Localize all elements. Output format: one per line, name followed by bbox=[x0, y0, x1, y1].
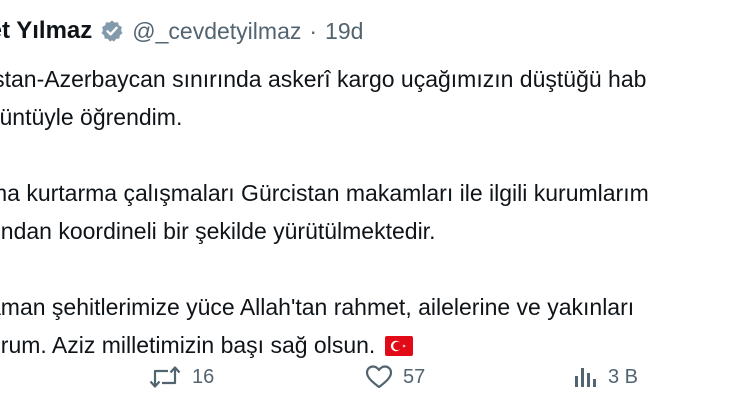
tweet-header: let Yılmaz @_cevdetyilmaz · 19d bbox=[0, 14, 363, 48]
text-line-with-flag: orum. Aziz milletimizin başı sağ olsun. bbox=[0, 326, 740, 364]
paragraph-2: ma kurtarma çalışmaları Gürcistan makaml… bbox=[0, 174, 740, 250]
heart-icon bbox=[365, 364, 393, 390]
turkish-flag-icon bbox=[385, 329, 414, 356]
text-line: ma kurtarma çalışmaları Gürcistan makaml… bbox=[0, 180, 649, 206]
views-count: 3 B bbox=[608, 365, 639, 388]
tweet-text: istan-Azerbaycan sınırında askerî kargo … bbox=[0, 60, 740, 364]
text-line: züntüyle öğrendim. bbox=[0, 104, 183, 130]
tweet-actions: 16 57 3 B bbox=[0, 364, 740, 400]
retweet-count: 16 bbox=[192, 365, 215, 388]
text-line: undan koordineli bir şekilde yürütülmekt… bbox=[0, 218, 436, 244]
text-line: orum. Aziz milletimizin başı sağ olsun. bbox=[0, 332, 376, 358]
tweet: let Yılmaz @_cevdetyilmaz · 19d istan-Az… bbox=[0, 0, 740, 417]
separator-dot: · bbox=[309, 17, 318, 44]
views-button[interactable]: 3 B bbox=[572, 364, 638, 390]
tweet-timestamp[interactable]: 19d bbox=[325, 18, 363, 45]
retweet-icon bbox=[148, 364, 182, 390]
author-handle[interactable]: @_cevdetyilmaz bbox=[132, 18, 301, 45]
verified-badge-icon bbox=[100, 19, 124, 43]
text-line: istan-Azerbaycan sınırında askerî kargo … bbox=[0, 66, 647, 92]
author-display-name[interactable]: let Yılmaz bbox=[0, 17, 92, 45]
like-count: 57 bbox=[403, 365, 426, 388]
paragraph-3: aman şehitlerimize yüce Allah'tan rahmet… bbox=[0, 288, 740, 364]
text-line: aman şehitlerimize yüce Allah'tan rahmet… bbox=[0, 294, 635, 320]
paragraph-1: istan-Azerbaycan sınırında askerî kargo … bbox=[0, 60, 740, 136]
like-button[interactable]: 57 bbox=[365, 364, 425, 390]
retweet-button[interactable]: 16 bbox=[148, 364, 214, 390]
analytics-icon bbox=[572, 364, 598, 390]
